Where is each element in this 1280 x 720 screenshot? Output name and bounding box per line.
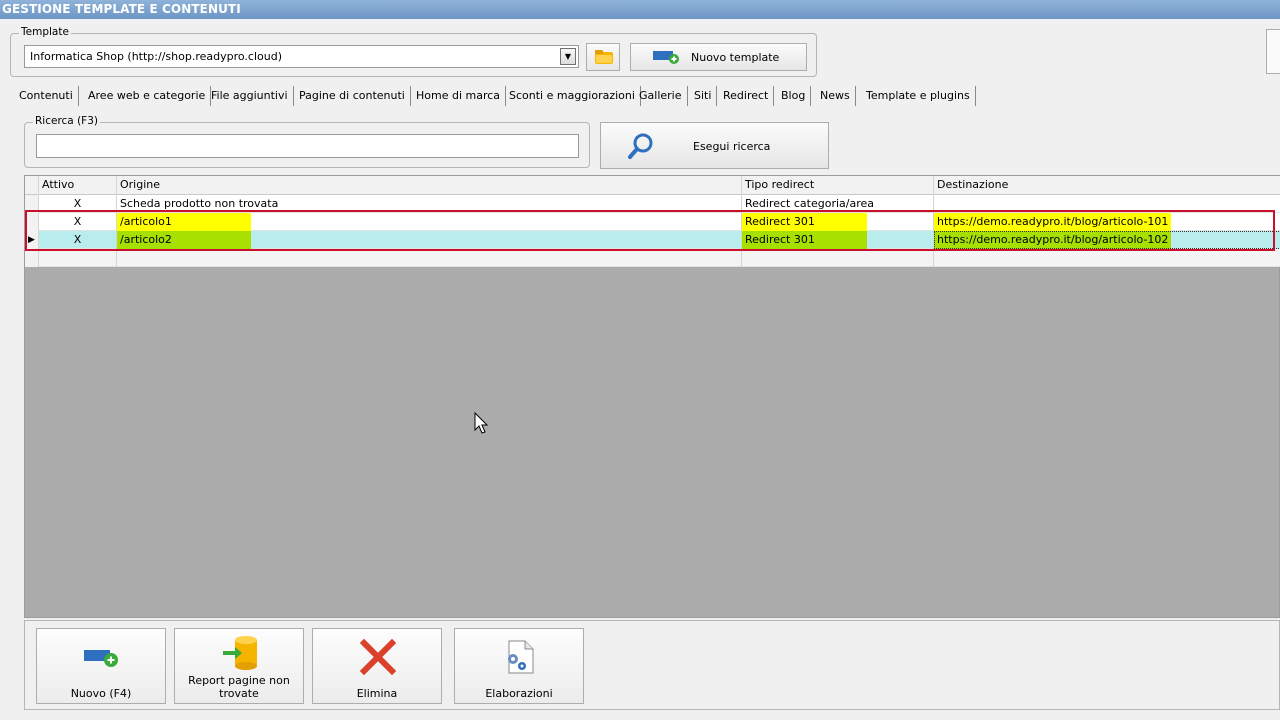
- template-select-value: Informatica Shop (http://shop.readypro.c…: [30, 50, 282, 63]
- search-icon: [628, 133, 653, 159]
- elaborazioni-label: Elaborazioni: [485, 687, 553, 700]
- tab-home-di-marca[interactable]: Home di marca: [411, 86, 507, 106]
- search-button-label: Esegui ricerca: [693, 140, 771, 153]
- mouse-pointer-icon: [474, 412, 489, 434]
- window-title: GESTIONE TEMPLATE E CONTENUTI: [0, 0, 1280, 19]
- row-indicator: [25, 249, 39, 267]
- search-input[interactable]: [36, 134, 579, 158]
- header-corner: [25, 176, 39, 195]
- tab-redirect[interactable]: Redirect: [718, 86, 775, 106]
- tab-pagine-contenuti[interactable]: Pagine di contenuti: [294, 86, 411, 106]
- new-template-button[interactable]: Nuovo template: [630, 43, 807, 71]
- search-group-label: Ricerca (F3): [33, 115, 100, 127]
- document-gear-icon: [508, 640, 534, 674]
- chevron-down-icon[interactable]: ▼: [560, 48, 576, 65]
- database-import-icon: [223, 636, 257, 670]
- tab-siti[interactable]: Siti: [689, 86, 718, 106]
- tab-blog[interactable]: Blog: [776, 86, 812, 106]
- col-origine[interactable]: Origine: [117, 176, 742, 195]
- template-group-label: Template: [19, 26, 71, 38]
- search-button[interactable]: Esegui ricerca: [600, 122, 829, 169]
- nuovo-label: Nuovo (F4): [70, 687, 132, 700]
- elimina-label: Elimina: [356, 687, 398, 700]
- nuovo-button[interactable]: Nuovo (F4): [36, 628, 166, 704]
- tab-file-aggiuntivi[interactable]: File aggiuntivi: [206, 86, 294, 106]
- delete-x-icon: [360, 639, 396, 675]
- template-select[interactable]: Informatica Shop (http://shop.readypro.c…: [24, 45, 579, 68]
- tab-news[interactable]: News: [815, 86, 856, 106]
- side-button-stub[interactable]: [1266, 29, 1280, 74]
- new-template-label: Nuovo template: [691, 51, 780, 64]
- new-item-icon: [84, 650, 118, 667]
- cell-empty[interactable]: [117, 249, 742, 267]
- new-item-icon: [653, 51, 679, 64]
- report-label-line2: trovate: [219, 687, 259, 700]
- col-tipo-redirect[interactable]: Tipo redirect: [742, 176, 934, 195]
- new-row[interactable]: [25, 249, 1280, 267]
- cell-empty[interactable]: [742, 249, 934, 267]
- cell-empty[interactable]: [934, 249, 1280, 267]
- col-destinazione[interactable]: Destinazione: [934, 176, 1280, 195]
- col-attivo[interactable]: Attivo: [39, 176, 117, 195]
- tab-template-plugins[interactable]: Template e plugins: [861, 86, 976, 106]
- tab-sconti[interactable]: Sconti e maggiorazioni: [504, 86, 641, 106]
- annotation-highlight-box: [25, 210, 1275, 251]
- cell-empty[interactable]: [39, 249, 117, 267]
- elimina-button[interactable]: Elimina: [312, 628, 442, 704]
- tab-contenuti[interactable]: Contenuti: [14, 86, 79, 106]
- folder-icon: [595, 50, 613, 64]
- report-button[interactable]: Report pagine non trovate: [174, 628, 304, 704]
- tab-aree-web[interactable]: Aree web e categorie: [83, 86, 212, 106]
- grid-header: Attivo Origine Tipo redirect Destinazion…: [25, 176, 1280, 195]
- tab-gallerie[interactable]: Gallerie: [634, 86, 688, 106]
- elaborazioni-button[interactable]: Elaborazioni: [454, 628, 584, 704]
- open-folder-button[interactable]: [586, 43, 620, 71]
- report-label-line1: Report pagine non: [188, 674, 290, 687]
